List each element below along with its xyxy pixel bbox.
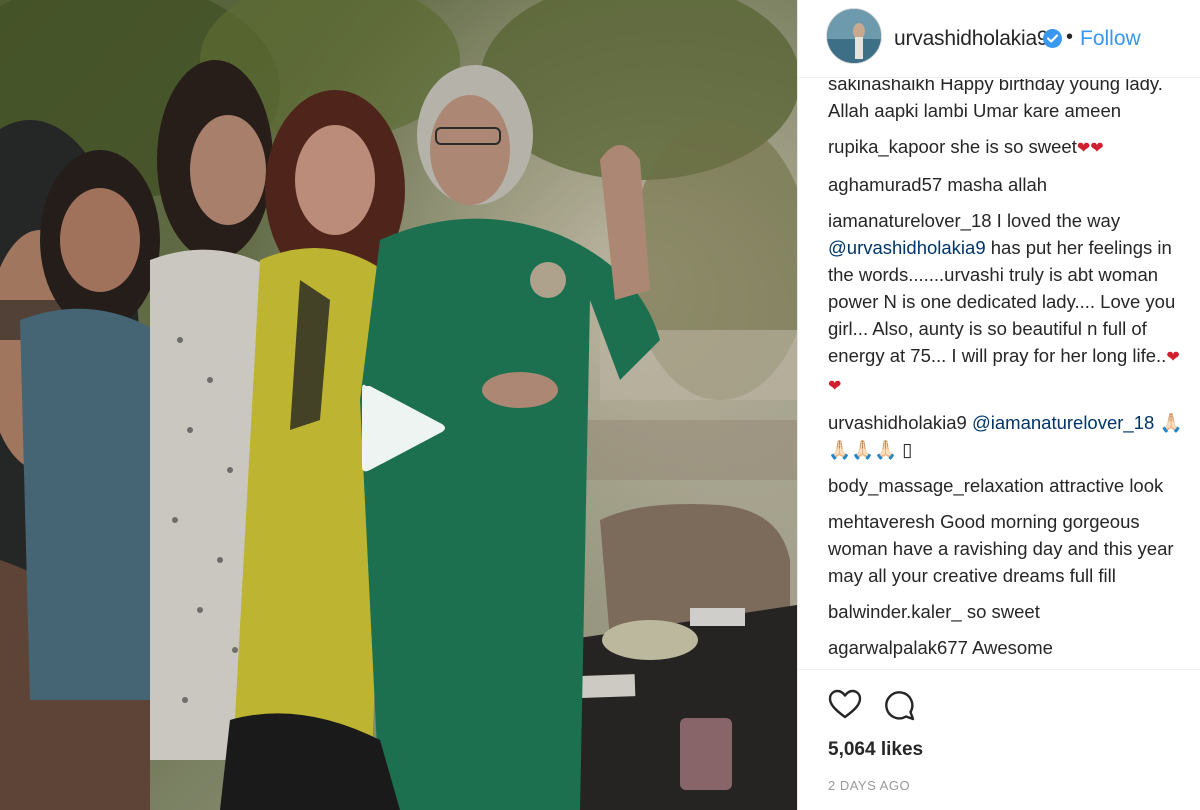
comment-text: Awesome bbox=[972, 637, 1053, 658]
comment-item: mehtaveresh Good morning gorgeous woman … bbox=[828, 508, 1188, 589]
comment-username[interactable]: rupika_kapoor bbox=[828, 136, 945, 157]
comment-text: attractive look bbox=[1049, 475, 1164, 496]
comment-bubble-icon bbox=[885, 691, 915, 721]
comment-item: body_massage_relaxation attractive look bbox=[828, 472, 1188, 499]
play-button[interactable] bbox=[358, 378, 448, 478]
comment-text: masha allah bbox=[947, 174, 1048, 195]
comment-item: rupika_kapoor she is so sweet❤❤ bbox=[828, 133, 1188, 162]
play-icon bbox=[362, 384, 445, 472]
comment-item: balwinder.kaler_ so sweet bbox=[828, 598, 1188, 625]
comment-text: so sweet bbox=[966, 601, 1040, 622]
comment-text: Allah aapki lambi Umar kare ameen bbox=[828, 100, 1122, 121]
comments-list[interactable]: sakinashaikh Happy birthday young lady. … bbox=[798, 79, 1200, 669]
comment-item: sakinashaikh Happy birthday young lady. … bbox=[828, 79, 1188, 124]
post-video[interactable] bbox=[0, 0, 797, 810]
comment-item: agarwalpalak677 Awesome bbox=[828, 634, 1188, 661]
comment-username[interactable]: body_massage_relaxation bbox=[828, 475, 1044, 496]
heart-outline-icon bbox=[828, 689, 862, 719]
post-header: urvashidholakia9 • Follow bbox=[798, 0, 1200, 78]
comment-username[interactable]: agarwalpalak677 bbox=[828, 637, 968, 658]
verified-badge-icon bbox=[1043, 29, 1062, 48]
heart-emoji: ❤❤ bbox=[1076, 140, 1104, 157]
comment-username[interactable]: aghamurad57 bbox=[828, 174, 942, 195]
avatar-image bbox=[827, 9, 881, 63]
follow-button[interactable]: Follow bbox=[1080, 27, 1141, 51]
comment-mention[interactable]: @urvashidholakia9 bbox=[828, 237, 986, 258]
post-author-username[interactable]: urvashidholakia9 bbox=[894, 27, 1049, 51]
comment-username[interactable]: urvashidholakia9 bbox=[828, 412, 967, 433]
comment-button[interactable] bbox=[882, 688, 916, 722]
comment-mention[interactable]: @iamanaturelover_18 bbox=[972, 412, 1154, 433]
comment-text: I loved the way bbox=[996, 210, 1121, 231]
post-timestamp[interactable]: 2 DAYS AGO bbox=[828, 778, 910, 793]
comment-item: urvashidholakia9 @iamanaturelover_18 🙏🏻 … bbox=[828, 409, 1188, 463]
profile-avatar[interactable] bbox=[826, 8, 882, 64]
comment-username[interactable]: iamanaturelover_18 bbox=[828, 210, 992, 231]
comment-text: she is so sweet bbox=[950, 136, 1077, 157]
comment-item: aghamurad57 masha allah bbox=[828, 171, 1188, 198]
header-separator: • bbox=[1066, 26, 1074, 48]
comment-username[interactable]: balwinder.kaler_ bbox=[828, 601, 962, 622]
likes-count[interactable]: 5,064 likes bbox=[828, 739, 923, 761]
like-button[interactable] bbox=[828, 688, 862, 722]
actions-divider bbox=[798, 669, 1200, 670]
comment-item: iamanaturelover_18 I loved the way @urva… bbox=[828, 207, 1188, 400]
comment-username[interactable]: sakinashaikh bbox=[828, 79, 935, 94]
comment-text: Happy birthday young lady. bbox=[940, 79, 1163, 94]
comment-username[interactable]: mehtaveresh bbox=[828, 511, 935, 532]
